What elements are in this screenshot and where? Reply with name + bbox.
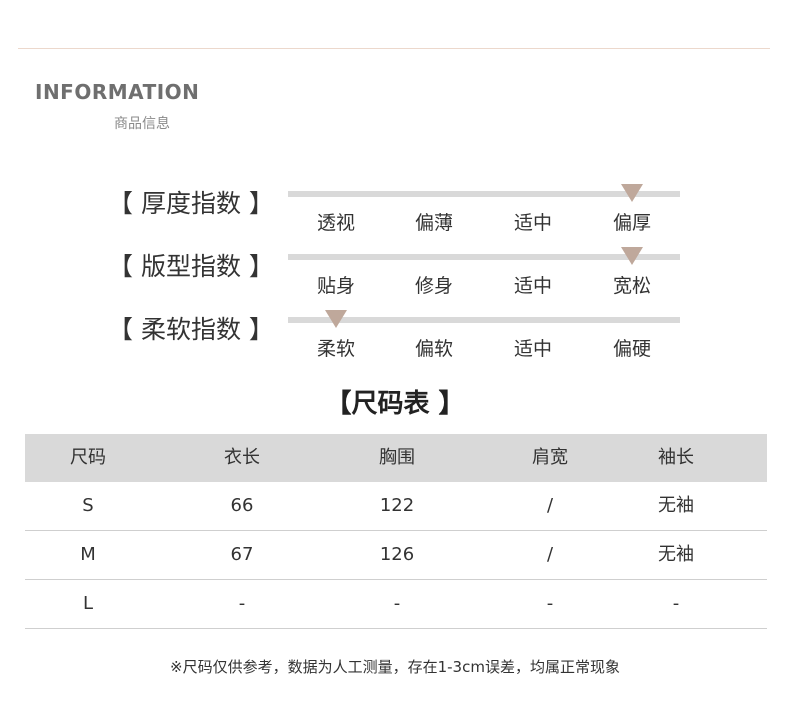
index-label: 【 厚度指数 】: [108, 189, 274, 218]
table-cell: 126: [379, 544, 415, 565]
table-cell: -: [546, 593, 554, 614]
table-header-cell: 胸围: [379, 447, 415, 468]
index-option: 适中: [513, 212, 552, 234]
table-cell: S: [82, 495, 94, 516]
index-marker: [325, 310, 347, 328]
table-cell: /: [546, 495, 554, 516]
info-subtitle: 商品信息: [114, 116, 170, 132]
index-option: 宽松: [612, 275, 651, 297]
index-option: 适中: [513, 275, 552, 297]
index-label: 【 柔软指数 】: [108, 315, 274, 344]
index-label: 【 版型指数 】: [108, 252, 274, 281]
table-cell: M: [80, 544, 96, 565]
table-header-cell: 尺码: [70, 447, 106, 468]
index-marker: [621, 184, 643, 202]
size-table-title: 【尺码表 】: [325, 389, 465, 419]
table-row: L - - - -: [25, 580, 767, 629]
index-option: 贴身: [316, 275, 355, 297]
table-header-row: 尺码 衣长 胸围 肩宽 袖长: [25, 434, 767, 482]
table-cell: 122: [379, 495, 415, 516]
table-cell: -: [393, 593, 401, 614]
index-option: 适中: [513, 338, 552, 360]
table-header-cell: 袖长: [658, 447, 694, 468]
info-title: INFORMATION: [35, 80, 200, 104]
index-option: 偏薄: [414, 212, 453, 234]
index-option: 偏硬: [612, 338, 651, 360]
index-thickness: 【 厚度指数 】 透视 偏薄 适中 偏厚: [0, 184, 790, 246]
table-cell: 66: [230, 495, 254, 516]
table-row: S 66 122 / 无袖: [25, 482, 767, 531]
size-note: ※尺码仅供参考，数据为人工测量，存在1-3cm误差，均属正常现象: [170, 658, 620, 676]
table-cell: -: [238, 593, 246, 614]
table-row: M 67 126 / 无袖: [25, 531, 767, 580]
index-fit: 【 版型指数 】 贴身 修身 适中 宽松: [0, 247, 790, 309]
table-cell: -: [672, 593, 680, 614]
table-cell: L: [82, 593, 94, 614]
index-softness: 【 柔软指数 】 柔软 偏软 适中 偏硬: [0, 310, 790, 372]
top-divider: [18, 48, 770, 49]
index-option: 偏软: [414, 338, 453, 360]
index-marker: [621, 247, 643, 265]
size-table: 尺码 衣长 胸围 肩宽 袖长 S 66 122 / 无袖 M 67 126 / …: [25, 434, 767, 629]
table-header-cell: 衣长: [224, 447, 260, 468]
index-option: 柔软: [316, 338, 355, 360]
index-option: 偏厚: [612, 212, 651, 234]
table-header-cell: 肩宽: [532, 447, 568, 468]
table-cell: 无袖: [658, 544, 694, 565]
index-option: 修身: [414, 275, 453, 297]
table-cell: 无袖: [658, 495, 694, 516]
table-cell: 67: [230, 544, 254, 565]
table-cell: /: [546, 544, 554, 565]
index-option: 透视: [316, 212, 355, 234]
